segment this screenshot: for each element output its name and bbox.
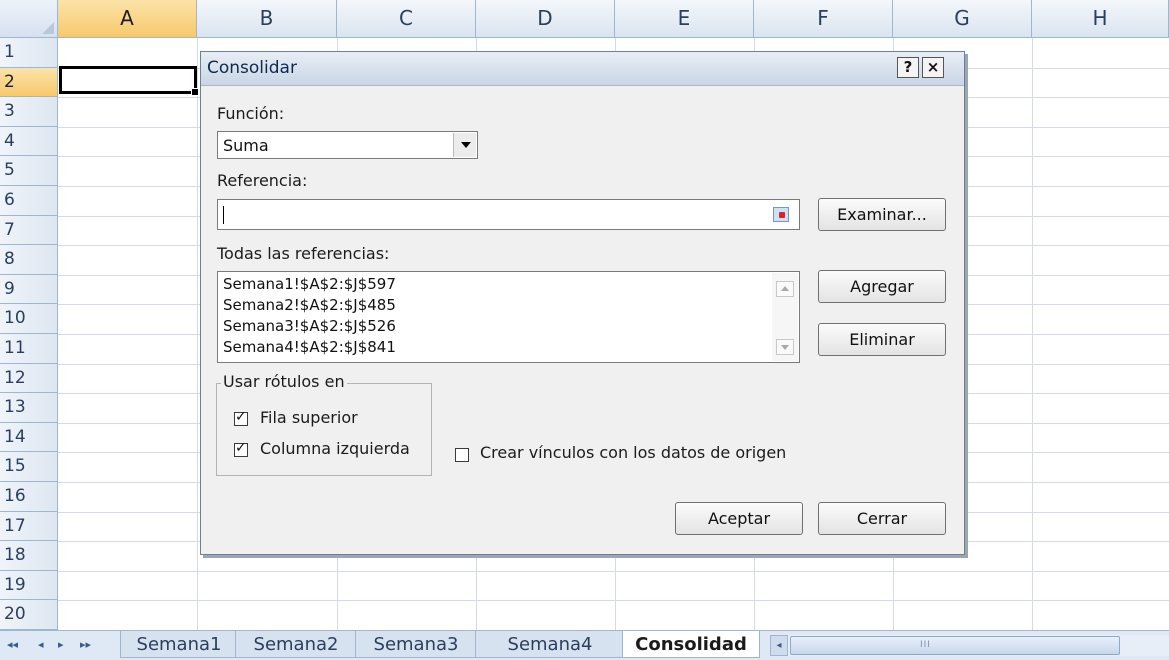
consolidate-dialog: Consolidar ? × Función: Suma Referencia:… <box>200 51 965 555</box>
reference-input[interactable] <box>217 199 800 230</box>
row-header-7[interactable]: 7 <box>0 215 58 246</box>
row-header-18[interactable]: 18 <box>0 541 58 571</box>
column-header-d[interactable]: D <box>476 0 615 38</box>
row-header-4[interactable]: 4 <box>0 126 58 157</box>
sheet-tab-semana4[interactable]: Semana4 <box>475 631 625 658</box>
row-header-14[interactable]: 14 <box>0 422 58 453</box>
column-header-g[interactable]: G <box>893 0 1032 38</box>
dialog-title: Consolidar <box>207 58 297 78</box>
all-references-label: Todas las referencias: <box>217 244 390 263</box>
row-header-10[interactable]: 10 <box>0 304 58 334</box>
text-caret <box>223 206 224 224</box>
scroll-grip: III <box>920 640 931 650</box>
last-sheet-icon[interactable]: ▸▸ <box>80 638 91 651</box>
all-references-list[interactable]: Semana1!$A$2:$J$597 Semana2!$A$2:$J$485 … <box>217 271 800 363</box>
column-header-a[interactable]: A <box>58 0 197 38</box>
labels-group-title: Usar rótulos en <box>221 372 347 391</box>
row-header-3[interactable]: 3 <box>0 97 58 127</box>
grid-column-line <box>1032 38 1033 630</box>
list-item[interactable]: Semana1!$A$2:$J$597 <box>223 275 396 293</box>
row-header-9[interactable]: 9 <box>0 274 58 305</box>
row-header-8[interactable]: 8 <box>0 245 58 275</box>
reference-label: Referencia: <box>217 171 308 190</box>
help-button[interactable]: ? <box>897 57 919 78</box>
column-header-c[interactable]: C <box>337 0 476 38</box>
sheet-tab-semana3[interactable]: Semana3 <box>355 631 477 658</box>
sheet-tab-consolidad[interactable]: Consolidad <box>622 631 760 658</box>
close-icon[interactable]: × <box>922 57 944 78</box>
row-header-13[interactable]: 13 <box>0 393 58 423</box>
list-scrollbar[interactable] <box>772 273 798 361</box>
row-header-17[interactable]: 17 <box>0 511 58 542</box>
scroll-up-icon[interactable] <box>776 281 794 297</box>
column-header-f[interactable]: F <box>754 0 893 38</box>
select-all-corner[interactable] <box>0 0 58 38</box>
column-header-e[interactable]: E <box>615 0 754 38</box>
sheet-tab-semana2[interactable]: Semana2 <box>235 631 357 658</box>
row-header-5[interactable]: 5 <box>0 156 58 186</box>
column-header-b[interactable]: B <box>197 0 337 38</box>
function-label: Función: <box>217 104 285 123</box>
browse-button[interactable]: Examinar... <box>818 198 946 231</box>
sheet-tab-semana1[interactable]: Semana1 <box>120 631 238 658</box>
left-column-label[interactable]: Columna izquierda <box>260 439 410 458</box>
ok-button[interactable]: Aceptar <box>675 502 803 535</box>
function-select-value: Suma <box>223 136 269 155</box>
grid-row-line <box>58 570 1169 572</box>
chevron-down-icon[interactable] <box>453 133 476 157</box>
collapse-dialog-icon[interactable] <box>773 207 789 222</box>
row-header-2[interactable]: 2 <box>0 67 58 98</box>
next-sheet-icon[interactable]: ▸ <box>58 638 64 651</box>
list-item[interactable]: Semana3!$A$2:$J$526 <box>223 317 396 335</box>
top-row-label[interactable]: Fila superior <box>260 408 358 427</box>
function-select[interactable]: Suma <box>217 131 478 159</box>
row-header-19[interactable]: 19 <box>0 570 58 601</box>
row-header-1[interactable]: 1 <box>0 38 58 68</box>
row-header-12[interactable]: 12 <box>0 363 58 394</box>
scroll-thumb[interactable] <box>790 636 1120 655</box>
grid-row-line <box>58 600 1169 602</box>
first-sheet-icon[interactable]: ◂◂ <box>7 638 18 651</box>
top-row-checkbox[interactable] <box>234 409 248 426</box>
column-header-h[interactable]: H <box>1032 0 1169 38</box>
row-header-15[interactable]: 15 <box>0 452 58 482</box>
prev-sheet-icon[interactable]: ◂ <box>38 638 44 651</box>
grid-column-line <box>197 38 198 630</box>
create-links-checkbox[interactable] <box>455 448 469 462</box>
row-header-6[interactable]: 6 <box>0 186 58 216</box>
labels-groupbox: Usar rótulos en Fila superior Columna iz… <box>216 372 432 476</box>
scroll-left-icon[interactable]: ◂ <box>770 635 788 656</box>
close-button[interactable]: Cerrar <box>818 502 946 535</box>
list-item[interactable]: Semana2!$A$2:$J$485 <box>223 296 396 314</box>
dialog-titlebar[interactable]: Consolidar ? × <box>201 52 964 86</box>
sheet-tab-bar: ◂◂ ◂ ▸ ▸▸ Semana1 Semana2 Semana3 Semana4 Co… <box>0 630 1169 660</box>
horizontal-scrollbar[interactable]: ◂ III <box>770 635 1169 656</box>
left-column-checkbox[interactable] <box>234 440 248 457</box>
row-header-16[interactable]: 16 <box>0 482 58 512</box>
active-cell-a2[interactable] <box>59 66 199 96</box>
row-header-20[interactable]: 20 <box>0 600 58 630</box>
add-button[interactable]: Agregar <box>818 270 946 303</box>
create-links-label[interactable]: Crear vínculos con los datos de origen <box>480 443 786 462</box>
row-header-11[interactable]: 11 <box>0 334 58 364</box>
list-item[interactable]: Semana4!$A$2:$J$841 <box>223 338 396 356</box>
scroll-down-icon[interactable] <box>776 339 794 355</box>
delete-button[interactable]: Eliminar <box>818 323 946 356</box>
